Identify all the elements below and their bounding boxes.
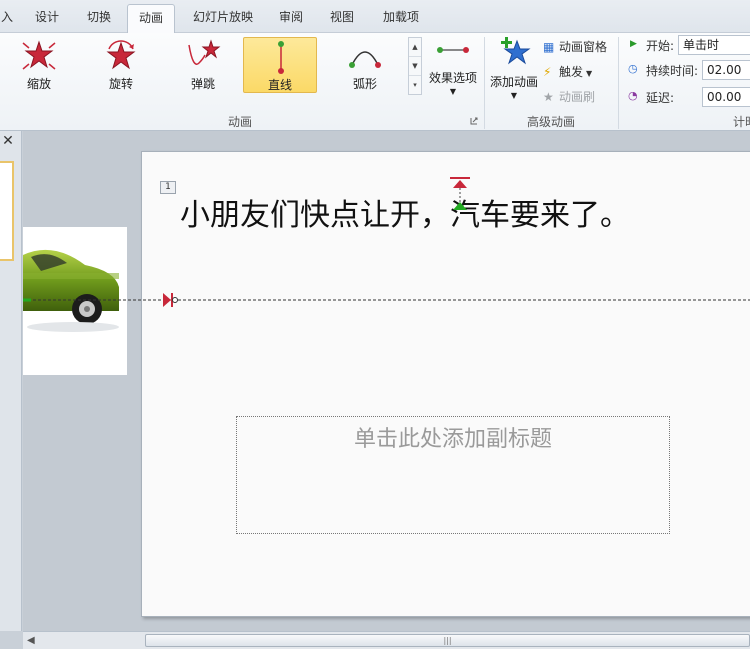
slides-panel: ✕ xyxy=(0,131,22,631)
delay-input[interactable]: 00.00 xyxy=(702,87,750,107)
tab-transitions[interactable]: 切换 xyxy=(76,6,122,28)
horizontal-scrollbar[interactable]: ◀ ||| xyxy=(23,631,750,649)
dialog-launcher-icon[interactable] xyxy=(470,117,478,125)
motion-path-line[interactable] xyxy=(23,290,750,310)
chevron-down-icon: ▼ xyxy=(586,69,593,78)
advanced-animation-group-label: 高级动画 xyxy=(526,115,575,129)
effect-options-icon xyxy=(437,47,469,53)
close-icon[interactable]: ✕ xyxy=(0,133,16,149)
tab-slideshow[interactable]: 幻灯片放映 xyxy=(184,6,262,28)
trigger-label: 触发 xyxy=(559,65,584,79)
motion-path-marker-icon[interactable] xyxy=(448,174,472,214)
gallery-up-icon[interactable]: ▲ xyxy=(409,38,421,57)
animation-arc-label: 弧形 xyxy=(352,77,377,91)
scroll-left-icon[interactable]: ◀ xyxy=(27,635,35,646)
tab-insert[interactable]: 入 xyxy=(0,6,14,28)
start-select[interactable]: 单击时 xyxy=(678,35,750,55)
slide-editing-area: 1 小朋友们快点让开，汽车要来了。 单击此处添加副标题 xyxy=(23,131,750,631)
delay-label: 延迟: xyxy=(646,91,675,105)
slide-title[interactable]: 小朋友们快点让开，汽车要来了。 xyxy=(180,190,630,234)
animation-painter-icon: ★ xyxy=(543,90,554,104)
group-separator xyxy=(484,37,485,129)
animation-order-tag[interactable]: 1 xyxy=(160,181,176,194)
tab-view[interactable]: 视图 xyxy=(320,6,364,28)
duration-input[interactable]: 02.00 xyxy=(702,60,750,80)
subtitle-placeholder-text: 单击此处添加副标题 xyxy=(353,427,552,452)
animation-line-path[interactable]: 直线 xyxy=(243,37,317,93)
tab-review[interactable]: 审阅 xyxy=(270,6,312,28)
animation-painter-button[interactable]: ★ 动画刷 xyxy=(543,88,595,105)
spin-star-icon xyxy=(106,40,136,70)
clock-icon: ◷ xyxy=(628,62,638,75)
tab-animations[interactable]: 动画 xyxy=(127,4,175,34)
animation-pane-label: 动画窗格 xyxy=(559,40,608,54)
tab-design[interactable]: 设计 xyxy=(22,6,72,28)
animation-pane-icon: ▦ xyxy=(543,40,555,54)
animation-bounce[interactable]: 弹跳 xyxy=(166,37,240,93)
animation-zoom[interactable]: 缩放 xyxy=(2,37,76,93)
animation-zoom-label: 缩放 xyxy=(26,77,51,91)
group-separator xyxy=(618,37,619,129)
start-label: 开始: xyxy=(646,39,675,53)
gallery-down-icon[interactable]: ▼ xyxy=(409,57,421,76)
arc-path-icon xyxy=(349,51,381,68)
gallery-more-icon[interactable]: ▾ xyxy=(409,76,421,95)
trigger-button[interactable]: ⚡ 触发 ▼ xyxy=(543,63,592,80)
animation-line-label: 直线 xyxy=(267,78,292,92)
animation-arc-path[interactable]: 弧形 xyxy=(328,37,402,93)
effect-options-button[interactable]: 效果选项 ▼ xyxy=(426,37,480,107)
add-animation-star-icon xyxy=(501,37,531,65)
ribbon: 缩放 旋转 弹跳 直线 弧形 ▲ ▼ ▾ 效果选项 ▼ 动画 添加动画 ▼ ▦ … xyxy=(0,33,750,131)
slide-thumbnail[interactable] xyxy=(0,161,14,261)
duration-label: 持续时间: xyxy=(646,64,699,78)
ribbon-tab-bar: 入 设计 切换 动画 幻灯片放映 审阅 视图 加载项 xyxy=(0,0,750,34)
effect-options-label: 效果选项 xyxy=(428,71,477,85)
timing-group-label: 计时 xyxy=(732,115,750,129)
delay-icon: ◔ xyxy=(628,89,638,102)
lightning-icon: ⚡ xyxy=(543,65,552,79)
animation-spin[interactable]: 旋转 xyxy=(84,37,158,93)
tab-addins[interactable]: 加载项 xyxy=(374,6,428,28)
animation-painter-label: 动画刷 xyxy=(559,90,596,104)
animation-spin-label: 旋转 xyxy=(108,77,133,91)
animation-bounce-label: 弹跳 xyxy=(190,77,215,91)
chevron-down-icon: ▼ xyxy=(449,87,457,96)
line-path-icon xyxy=(278,41,284,74)
chevron-down-icon: ▼ xyxy=(510,91,518,100)
scroll-thumb[interactable]: ||| xyxy=(145,634,750,647)
subtitle-placeholder[interactable]: 单击此处添加副标题 xyxy=(236,416,670,534)
gallery-scroll[interactable]: ▲ ▼ ▾ xyxy=(408,37,422,95)
zoom-star-icon xyxy=(22,40,56,70)
slide-canvas[interactable]: 1 小朋友们快点让开，汽车要来了。 单击此处添加副标题 xyxy=(141,151,750,617)
add-animation-button[interactable]: 添加动画 ▼ xyxy=(487,35,541,109)
animation-pane-button[interactable]: ▦ 动画窗格 xyxy=(543,38,607,55)
animation-group-label: 动画 xyxy=(227,115,252,129)
play-icon: ▶ xyxy=(630,39,637,49)
add-animation-label: 添加动画 xyxy=(489,75,538,89)
bounce-star-icon xyxy=(188,39,221,65)
